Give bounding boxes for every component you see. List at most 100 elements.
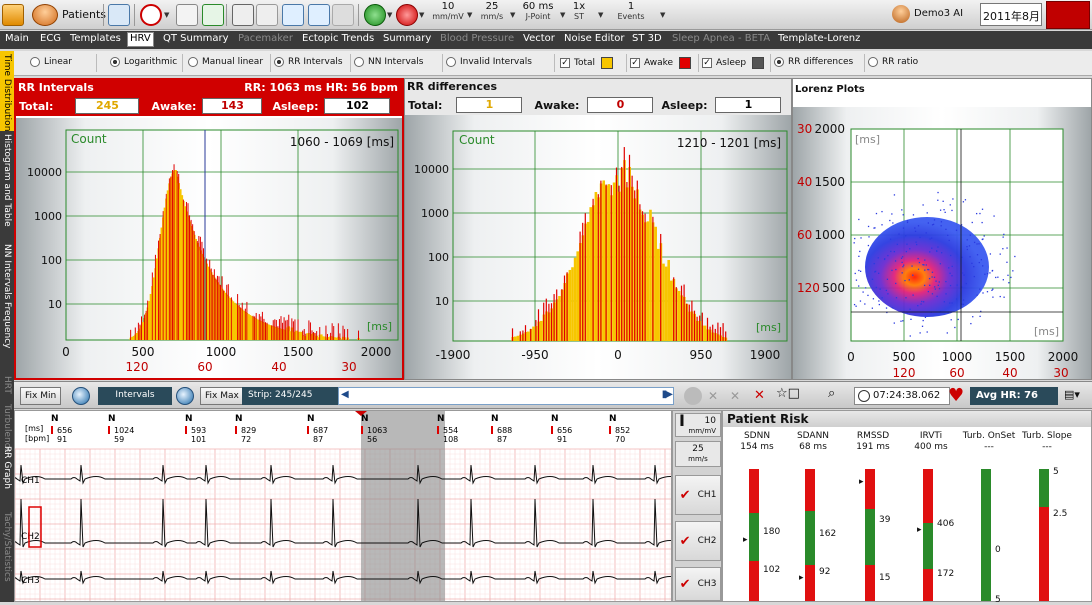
menu-item-summary[interactable]: Summary xyxy=(383,33,431,44)
record-indicator[interactable] xyxy=(1046,1,1090,29)
side-tab-frequency[interactable]: Frequency xyxy=(0,299,14,373)
side-tab-histogram-and-table[interactable]: Histogram and Table xyxy=(0,131,14,241)
rr-histogram-chart[interactable]: Count 1060 - 1069 [ms][ms]100001000100100… xyxy=(16,118,402,378)
accept-icon[interactable] xyxy=(364,4,386,26)
menu-item-template-lorenz[interactable]: Template-Lorenz xyxy=(778,33,860,44)
print-strip-icon[interactable]: ▤▾ xyxy=(1064,388,1080,401)
beat-marker[interactable] xyxy=(551,426,553,434)
remove-icon[interactable]: ✕ xyxy=(754,388,765,403)
beat-label[interactable]: N xyxy=(307,414,315,424)
dropdown-arrow-icon[interactable]: ▼ xyxy=(660,11,665,19)
beat-marker[interactable] xyxy=(491,426,493,434)
chart-menu-icon[interactable] xyxy=(2,4,24,26)
invalid-intervals-radio[interactable]: Invalid Intervals xyxy=(446,57,532,67)
edit-icon[interactable] xyxy=(176,4,198,26)
star-select-icon[interactable]: ☆□ xyxy=(776,386,800,401)
print-preview-icon[interactable] xyxy=(256,4,278,26)
save-icon[interactable] xyxy=(202,4,224,26)
zoom-icon[interactable]: ⌕ xyxy=(828,386,835,401)
beat-label[interactable]: N xyxy=(491,414,499,424)
dropdown-arrow-icon[interactable]: ▼ xyxy=(419,11,424,19)
cube-icon[interactable] xyxy=(684,387,702,405)
beat-label[interactable]: N xyxy=(361,414,369,424)
st-selector[interactable]: 1x ST xyxy=(568,2,590,22)
menu-item-ecg[interactable]: ECG xyxy=(40,33,61,44)
delete-all-icon[interactable]: ✕ xyxy=(708,389,718,403)
menu-item-blood-pressure[interactable]: Blood Pressure xyxy=(440,33,514,44)
awake-checkbox[interactable]: ✓ Awake xyxy=(630,57,692,69)
print-icon[interactable] xyxy=(232,4,254,26)
rrdiff-histogram-chart[interactable]: Count 1210 - 1201 [ms] [ms] 10000 1000 100 10 -… xyxy=(405,115,791,379)
side-tab-tachy-statistics[interactable]: Tachy/Statistics xyxy=(0,509,14,582)
dropdown-arrow-icon[interactable]: ▼ xyxy=(387,11,392,19)
speed-selector[interactable]: 25 mm/s xyxy=(476,2,508,22)
menu-item-ectopic-trends[interactable]: Ectopic Trends xyxy=(302,33,374,44)
side-tab-turbulence[interactable]: Turbulence xyxy=(0,401,14,453)
linear-radio[interactable]: Linear xyxy=(30,57,72,67)
menu-item-hrv[interactable]: HRV xyxy=(127,32,154,47)
beat-marker[interactable] xyxy=(51,426,53,434)
patients-button[interactable]: Patients xyxy=(62,8,106,21)
rr-ratio-radio[interactable]: RR ratio xyxy=(868,57,918,67)
rr-intervals-radio[interactable]: RR Intervals xyxy=(274,57,343,67)
event-icon[interactable] xyxy=(396,4,418,26)
beat-marker[interactable] xyxy=(307,426,309,434)
report-icon[interactable] xyxy=(282,4,304,26)
menu-item-qt-summary[interactable]: QT Summary xyxy=(163,33,228,44)
menu-item-sleep-apnea-beta[interactable]: Sleep Apnea - BETA xyxy=(672,33,770,44)
ch1-toggle[interactable]: ✔ CH1 xyxy=(675,475,721,515)
beat-marker[interactable] xyxy=(185,426,187,434)
ecg-waveform[interactable]: [ms][bpm]N65691N102459N593101N82972N6878… xyxy=(9,411,681,601)
menu-item-pacemaker[interactable]: Pacemaker xyxy=(238,33,293,44)
dropdown-arrow-icon[interactable]: ▼ xyxy=(164,11,169,19)
delete-icon[interactable]: ✕ xyxy=(730,389,740,403)
fix-max-button[interactable]: Fix Max xyxy=(200,387,244,405)
scroll-left-icon[interactable]: ◀ xyxy=(341,389,349,400)
beat-label[interactable]: N xyxy=(185,414,193,424)
rr-differences-radio[interactable]: RR differences xyxy=(774,57,853,67)
refresh-max-icon[interactable] xyxy=(176,387,194,405)
beat-label[interactable]: N xyxy=(235,414,243,424)
side-tab-rr-graph[interactable]: RR Graph xyxy=(0,443,14,509)
beat-label[interactable]: N xyxy=(108,414,116,424)
beat-marker[interactable] xyxy=(361,426,363,434)
beat-label[interactable]: N xyxy=(51,414,59,424)
patients-icon[interactable] xyxy=(32,4,58,26)
jpoint-selector[interactable]: 60 ms J-Point xyxy=(518,2,558,22)
side-tab-nn-intervals[interactable]: NN Intervals xyxy=(0,241,14,299)
ecg-strip[interactable]: [ms] [bpm] N 656 91 N 1024 59 N 593 101 N 829 72 N 687 8… xyxy=(9,410,681,602)
menu-item-vector[interactable]: Vector xyxy=(523,33,555,44)
menu-item-noise-editor[interactable]: Noise Editor xyxy=(564,33,625,44)
beat-marker[interactable] xyxy=(609,426,611,434)
beat-label[interactable]: N xyxy=(551,414,559,424)
total-checkbox[interactable]: ✓ Total xyxy=(560,57,614,69)
beat-marker[interactable] xyxy=(437,426,439,434)
beat-marker[interactable] xyxy=(235,426,237,434)
menu-item-templates[interactable]: Templates xyxy=(70,33,121,44)
gain-selector[interactable]: 10 mm/mV xyxy=(430,2,466,22)
ch3-toggle[interactable]: ✔ CH3 xyxy=(675,567,721,601)
nn-intervals-radio[interactable]: NN Intervals xyxy=(354,57,423,67)
manual-linear-radio[interactable]: Manual linear xyxy=(188,57,263,67)
font-icon[interactable] xyxy=(332,4,354,26)
beat-label[interactable]: N xyxy=(437,414,445,424)
menu-item-main[interactable]: Main xyxy=(5,33,29,44)
dropdown-arrow-icon[interactable]: ▼ xyxy=(560,11,565,19)
logarithmic-radio[interactable]: Logarithmic xyxy=(110,57,177,67)
ch2-toggle[interactable]: ✔ CH2 xyxy=(675,521,721,561)
dropdown-arrow-icon[interactable]: ▼ xyxy=(510,11,515,19)
menu-item-st-3d[interactable]: ST 3D xyxy=(632,33,662,44)
side-tab-time-distribution[interactable]: Time Distribution xyxy=(0,51,14,131)
speed-scale[interactable]: 25 mm/s xyxy=(675,441,721,467)
copy-icon[interactable] xyxy=(308,4,330,26)
export-icon[interactable] xyxy=(108,4,130,26)
refresh-min-icon[interactable] xyxy=(72,387,90,405)
strip-scrollbar[interactable]: ◀ ▮▶ xyxy=(338,387,674,405)
events-selector[interactable]: 1 Events xyxy=(614,2,648,22)
beat-marker[interactable] xyxy=(108,426,110,434)
dropdown-arrow-icon[interactable]: ▼ xyxy=(467,11,472,19)
beat-label[interactable]: N xyxy=(609,414,617,424)
lorenz-scatter-chart[interactable]: [ms] [ms] 2000 1500 1000 500 30 40 60 120 0 500 1000… xyxy=(793,107,1091,380)
dropdown-arrow-icon[interactable]: ▼ xyxy=(598,11,603,19)
intervals-button[interactable]: Intervals xyxy=(98,387,172,405)
